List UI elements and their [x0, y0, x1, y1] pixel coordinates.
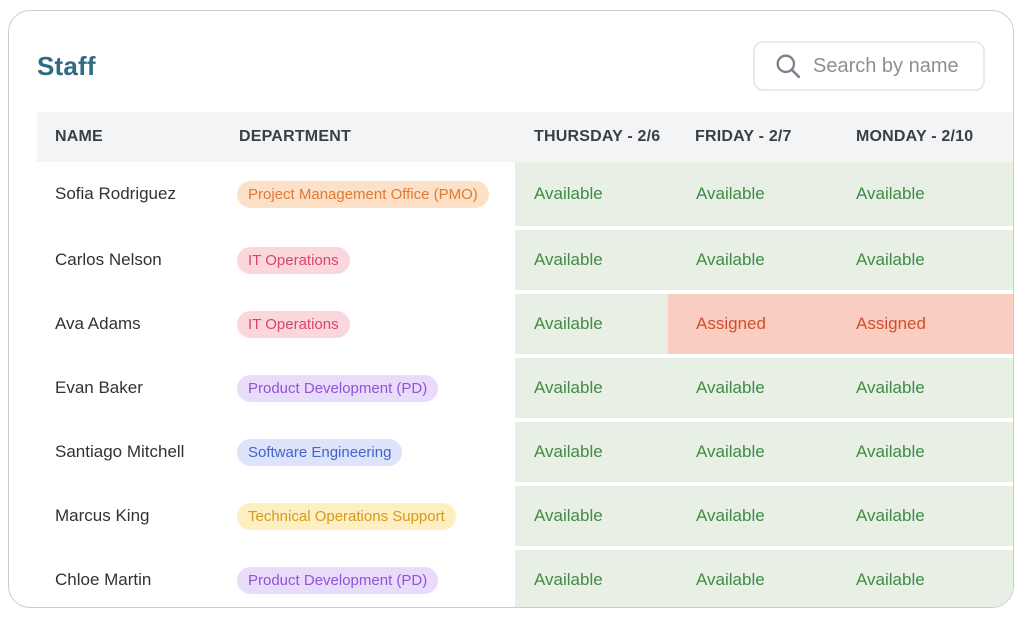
table-row[interactable]: Ava Adams IT Operations Available Assign…	[37, 294, 1013, 354]
availability-day1[interactable]: Available	[534, 230, 603, 290]
availability-day2[interactable]: Available	[696, 422, 765, 482]
availability-day1[interactable]: Available	[534, 486, 603, 546]
department-badge: Product Development (PD)	[237, 374, 439, 402]
department-cell: IT Operations	[237, 294, 350, 354]
table-row[interactable]: Marcus King Technical Operations Support…	[37, 486, 1013, 546]
page-title: Staff	[37, 51, 96, 81]
department-cell: Project Management Office (PMO)	[237, 162, 489, 226]
availability-day3[interactable]: Available	[856, 486, 925, 546]
department-badge: Technical Operations Support	[237, 502, 456, 530]
availability-day1[interactable]: Available	[534, 422, 603, 482]
department-cell: Technical Operations Support	[237, 486, 456, 546]
availability-day2[interactable]: Available	[696, 230, 765, 290]
availability-day2[interactable]: Available	[696, 162, 765, 226]
availability-day2[interactable]: Available	[696, 358, 765, 418]
availability-day3[interactable]: Available	[856, 162, 925, 226]
department-cell: Product Development (PD)	[237, 358, 439, 418]
column-header-day3[interactable]: MONDAY - 2/10	[856, 128, 973, 146]
department-badge: IT Operations	[237, 246, 350, 274]
table-row[interactable]: Sofia Rodriguez Project Management Offic…	[37, 162, 1013, 226]
availability-day2[interactable]: Available	[696, 550, 765, 607]
table-row[interactable]: Carlos Nelson IT Operations Available Av…	[37, 230, 1013, 290]
availability-day3[interactable]: Available	[856, 230, 925, 290]
table-body: Sofia Rodriguez Project Management Offic…	[37, 162, 1013, 607]
search-icon	[776, 54, 801, 79]
availability-day3[interactable]: Available	[856, 358, 925, 418]
staff-name: Carlos Nelson	[55, 250, 162, 269]
table-row[interactable]: Chloe Martin Product Development (PD) Av…	[37, 550, 1013, 607]
search-box[interactable]	[753, 41, 985, 91]
availability-day1[interactable]: Available	[534, 162, 603, 226]
availability-day3[interactable]: Available	[856, 422, 925, 482]
department-cell: Software Engineering	[237, 422, 403, 482]
staff-name: Sofia Rodriguez	[55, 184, 176, 203]
search-input[interactable]	[813, 54, 973, 78]
availability-day2[interactable]: Available	[696, 486, 765, 546]
availability-day1[interactable]: Available	[534, 294, 603, 354]
staff-name: Chloe Martin	[55, 570, 152, 589]
department-badge: Software Engineering	[237, 438, 403, 466]
availability-day3[interactable]: Assigned	[856, 294, 926, 354]
staff-name: Evan Baker	[55, 378, 143, 397]
staff-card: Staff NAME DEPARTMENT THURSDAY - 2/6 FRI…	[8, 10, 1014, 608]
availability-day1[interactable]: Available	[534, 358, 603, 418]
staff-name: Santiago Mitchell	[55, 442, 185, 461]
staff-name: Marcus King	[55, 506, 150, 525]
staff-name: Ava Adams	[55, 314, 141, 333]
column-header-day2[interactable]: FRIDAY - 2/7	[695, 128, 792, 146]
staff-table: NAME DEPARTMENT THURSDAY - 2/6 FRIDAY - …	[37, 112, 1013, 607]
availability-day3[interactable]: Available	[856, 550, 925, 607]
column-header-day1[interactable]: THURSDAY - 2/6	[534, 128, 660, 146]
department-badge: IT Operations	[237, 310, 350, 338]
department-cell: Product Development (PD)	[237, 550, 439, 607]
availability-day1[interactable]: Available	[534, 550, 603, 607]
table-row[interactable]: Evan Baker Product Development (PD) Avai…	[37, 358, 1013, 418]
availability-day2[interactable]: Assigned	[696, 294, 766, 354]
department-badge: Product Development (PD)	[237, 566, 439, 594]
department-cell: IT Operations	[237, 230, 350, 290]
department-badge: Project Management Office (PMO)	[237, 180, 489, 208]
column-header-name[interactable]: NAME	[55, 128, 103, 146]
table-row[interactable]: Santiago Mitchell Software Engineering A…	[37, 422, 1013, 482]
column-header-department[interactable]: DEPARTMENT	[239, 128, 351, 146]
table-header: NAME DEPARTMENT THURSDAY - 2/6 FRIDAY - …	[37, 112, 1013, 162]
